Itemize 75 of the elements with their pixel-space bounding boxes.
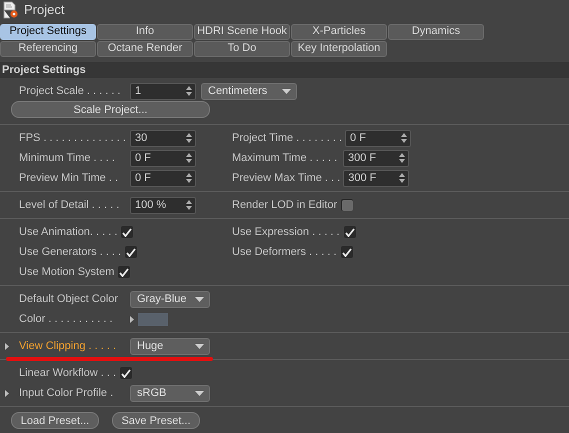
number-field[interactable]: 1 [130,82,196,100]
spinner-icon[interactable] [401,133,408,143]
section-title: Project Settings [2,62,86,78]
tab[interactable]: Octane Render [97,40,193,56]
tab[interactable]: To Do [194,40,290,56]
preset-button[interactable]: Load Preset... [11,412,99,428]
caret-icon [195,296,204,302]
field-label: Maximum Time . . . . . [232,150,338,166]
check-icon [122,228,132,236]
check-icon [344,228,355,236]
field-label: Use Deformers . . . . . [232,244,337,260]
tab[interactable]: HDRI Scene Hook [194,24,290,40]
spinner-icon[interactable] [186,133,192,143]
dropdown[interactable]: Centimeters [201,82,297,100]
check-icon [342,248,352,256]
window-title: Project [24,1,64,19]
checkbox[interactable] [121,226,134,238]
field-label: Use Generators . . . . [19,244,122,260]
field-label: Color . . . . . . . . . . . [19,312,113,327]
dropdown[interactable]: Huge [130,338,210,354]
tab[interactable]: Dynamics [388,24,484,40]
tab[interactable]: Key Interpolation [291,40,387,56]
caret-icon [195,390,204,396]
checkbox[interactable] [340,246,353,258]
number-field[interactable]: 100 % [130,196,196,214]
color-swatch[interactable] [138,312,168,326]
field-label: Input Color Profile . [19,386,114,401]
field-label: Preview Min Time . . [19,170,118,186]
scale-button[interactable]: Scale Project... [11,101,210,118]
caret-icon [282,88,291,94]
caret-icon [195,344,204,348]
check-icon [126,248,136,256]
field-label: View Clipping . . . . . [19,338,116,354]
number-field[interactable]: 300 F [343,150,409,166]
spinner-icon[interactable] [186,86,192,96]
spinner-icon[interactable] [186,153,192,163]
expand-icon[interactable] [130,316,134,322]
field-label: Minimum Time . . . . [19,150,115,166]
preset-button[interactable]: Save Preset... [112,412,200,428]
number-field[interactable]: 0 F [130,150,196,166]
spinner-icon[interactable] [399,153,405,163]
field-label: Use Expression . . . . . [232,224,340,240]
field-label: Project Time . . . . . . . . [232,130,342,146]
spinner-icon[interactable] [186,200,192,210]
number-field[interactable]: 300 F [343,170,410,186]
dropdown[interactable]: sRGB [130,384,210,402]
field-label: Level of Detail . . . . . [19,198,120,213]
checkbox[interactable] [125,246,138,258]
field-label: Default Object Color [19,292,118,307]
field-label: Use Motion System [19,264,114,280]
number-field[interactable]: 0 F [130,170,196,186]
tab[interactable]: X-Particles [291,24,387,40]
checkbox[interactable] [341,199,354,211]
document-gear-icon [3,0,19,19]
number-field[interactable]: 0 F [345,130,412,146]
check-icon [119,268,130,276]
spinner-icon[interactable] [186,173,192,183]
expand-icon[interactable] [5,390,9,397]
expand-icon[interactable] [5,343,9,350]
field-label: Use Animation. . . . . [19,224,118,240]
check-icon [121,368,131,378]
checkbox[interactable] [344,226,356,238]
tab[interactable]: Project Settings [0,24,96,40]
checkbox[interactable] [120,367,132,379]
number-field[interactable]: 30 [130,130,196,146]
checkbox[interactable] [118,266,130,278]
field-label: Preview Max Time . . . [232,170,340,186]
tab[interactable]: Info [97,24,193,40]
field-label: Linear Workflow . . . [19,366,116,381]
field-label: Project Scale . . . . . . [19,84,120,99]
spinner-icon[interactable] [399,173,406,183]
field-label: Render LOD in Editor [232,198,338,213]
field-label: FPS . . . . . . . . . . . . . . [19,130,126,146]
tab[interactable]: Referencing [0,40,96,56]
dropdown[interactable]: Gray-Blue [130,290,210,308]
